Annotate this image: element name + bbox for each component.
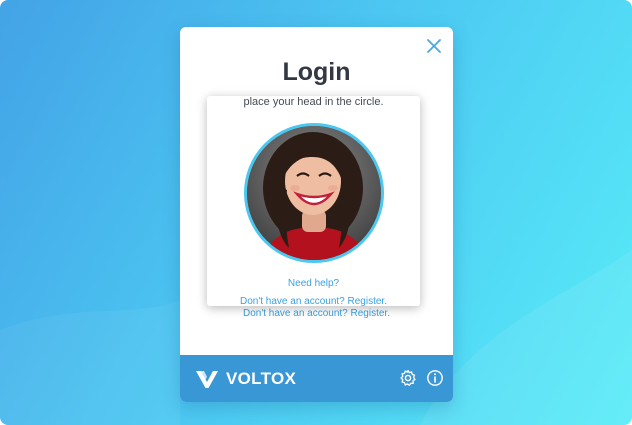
- face-capture-popup: place your head in the circle. Need help…: [207, 96, 420, 306]
- login-dialog: Login Don't have an account? Register. p…: [180, 27, 453, 402]
- voltox-logo-icon: [196, 371, 218, 388]
- desktop-background: Login Don't have an account? Register. p…: [0, 0, 632, 425]
- face-instruction-text: place your head in the circle.: [243, 96, 384, 108]
- brand-name: VOLTOX: [226, 369, 297, 388]
- settings-button[interactable]: [399, 369, 417, 387]
- face-preview-image: [247, 126, 381, 260]
- dialog-footer: VOLTOX: [180, 355, 453, 402]
- close-button[interactable]: [425, 37, 443, 55]
- info-button[interactable]: [426, 369, 444, 387]
- need-help-link[interactable]: Need help?: [207, 278, 420, 289]
- brand-logo: VOLTOX: [195, 368, 296, 390]
- register-link[interactable]: Don't have an account? Register.: [180, 308, 453, 319]
- info-icon: [427, 370, 443, 386]
- gear-icon: [400, 369, 416, 387]
- popup-register-link[interactable]: Don't have an account? Register.: [207, 296, 420, 306]
- face-camera-circle: [244, 123, 384, 263]
- page-title: Login: [282, 58, 351, 86]
- close-icon: [427, 39, 441, 53]
